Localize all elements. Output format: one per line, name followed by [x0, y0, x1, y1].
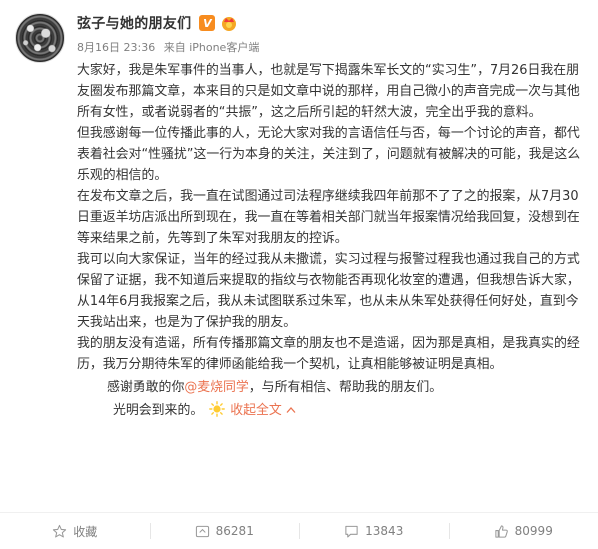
- paragraph: 在发布文章之后，我一直在试图通过司法程序继续我四年前那不了了之的报案，从7月30…: [77, 186, 587, 249]
- closing-line: 光明会到来的。 收起全文: [77, 400, 587, 421]
- sun-icon: [209, 401, 225, 417]
- action-bar: 收藏 86281 13843 80999: [0, 512, 598, 549]
- favorite-label: 收藏: [73, 523, 97, 540]
- user-header: 弦子与她的朋友们 V: [77, 12, 238, 34]
- collapse-label: 收起全文: [230, 403, 282, 418]
- post-content: 大家好，我是朱军事件的当事人，也就是写下揭露朱军长文的“实习生”，7月26日我在…: [77, 60, 587, 421]
- comment-button[interactable]: 13843: [299, 513, 449, 549]
- paragraph: 我可以向大家保证，当年的经过我从未撒谎，实习过程与报警过程我也通过我自己的方式保…: [77, 249, 587, 333]
- avatar[interactable]: [15, 13, 65, 63]
- repost-button[interactable]: 86281: [150, 513, 300, 549]
- comment-icon: [344, 524, 359, 539]
- closing-text: 光明会到来的。: [113, 403, 203, 418]
- favorite-button[interactable]: 收藏: [0, 513, 150, 549]
- like-button[interactable]: 80999: [449, 513, 598, 549]
- thanks-prefix: 感谢勇敢的你: [107, 380, 184, 395]
- collapse-link[interactable]: 收起全文: [230, 403, 296, 418]
- post-source: 来自 iPhone客户端: [164, 41, 260, 54]
- repost-count: 86281: [216, 524, 254, 538]
- chevron-up-icon: [286, 406, 296, 414]
- paragraph: 我的朋友没有造谣，所有传播那篇文章的朋友也不是造谣，因为那是真相，是我真实的经历…: [77, 333, 587, 375]
- post-time[interactable]: 8月16日 23:36: [77, 41, 155, 54]
- like-icon: [494, 524, 509, 539]
- mention-link[interactable]: @麦烧同学: [184, 380, 248, 395]
- star-icon: [52, 524, 67, 539]
- thanks-suffix: ，与所有相信、帮助我的朋友们。: [249, 380, 442, 395]
- paragraph: 但我感谢每一位传播此事的人，无论大家对我的言语信任与否，每一个讨论的声音，都代表…: [77, 123, 587, 186]
- thanks-line: 感谢勇敢的你@麦烧同学，与所有相信、帮助我的朋友们。: [77, 377, 587, 398]
- comment-count: 13843: [365, 524, 403, 538]
- repost-icon: [195, 524, 210, 539]
- crown-icon[interactable]: [220, 14, 238, 32]
- like-count: 80999: [515, 524, 553, 538]
- post-meta: 8月16日 23:36 来自 iPhone客户端: [77, 39, 264, 55]
- paragraph: 大家好，我是朱军事件的当事人，也就是写下揭露朱军长文的“实习生”，7月26日我在…: [77, 60, 587, 123]
- weibo-post: 弦子与她的朋友们 V 8月16日 23:36 来自 iPhone客户端 大家好，…: [0, 0, 598, 548]
- username[interactable]: 弦子与她的朋友们: [77, 13, 191, 33]
- vip-icon[interactable]: V: [199, 15, 215, 31]
